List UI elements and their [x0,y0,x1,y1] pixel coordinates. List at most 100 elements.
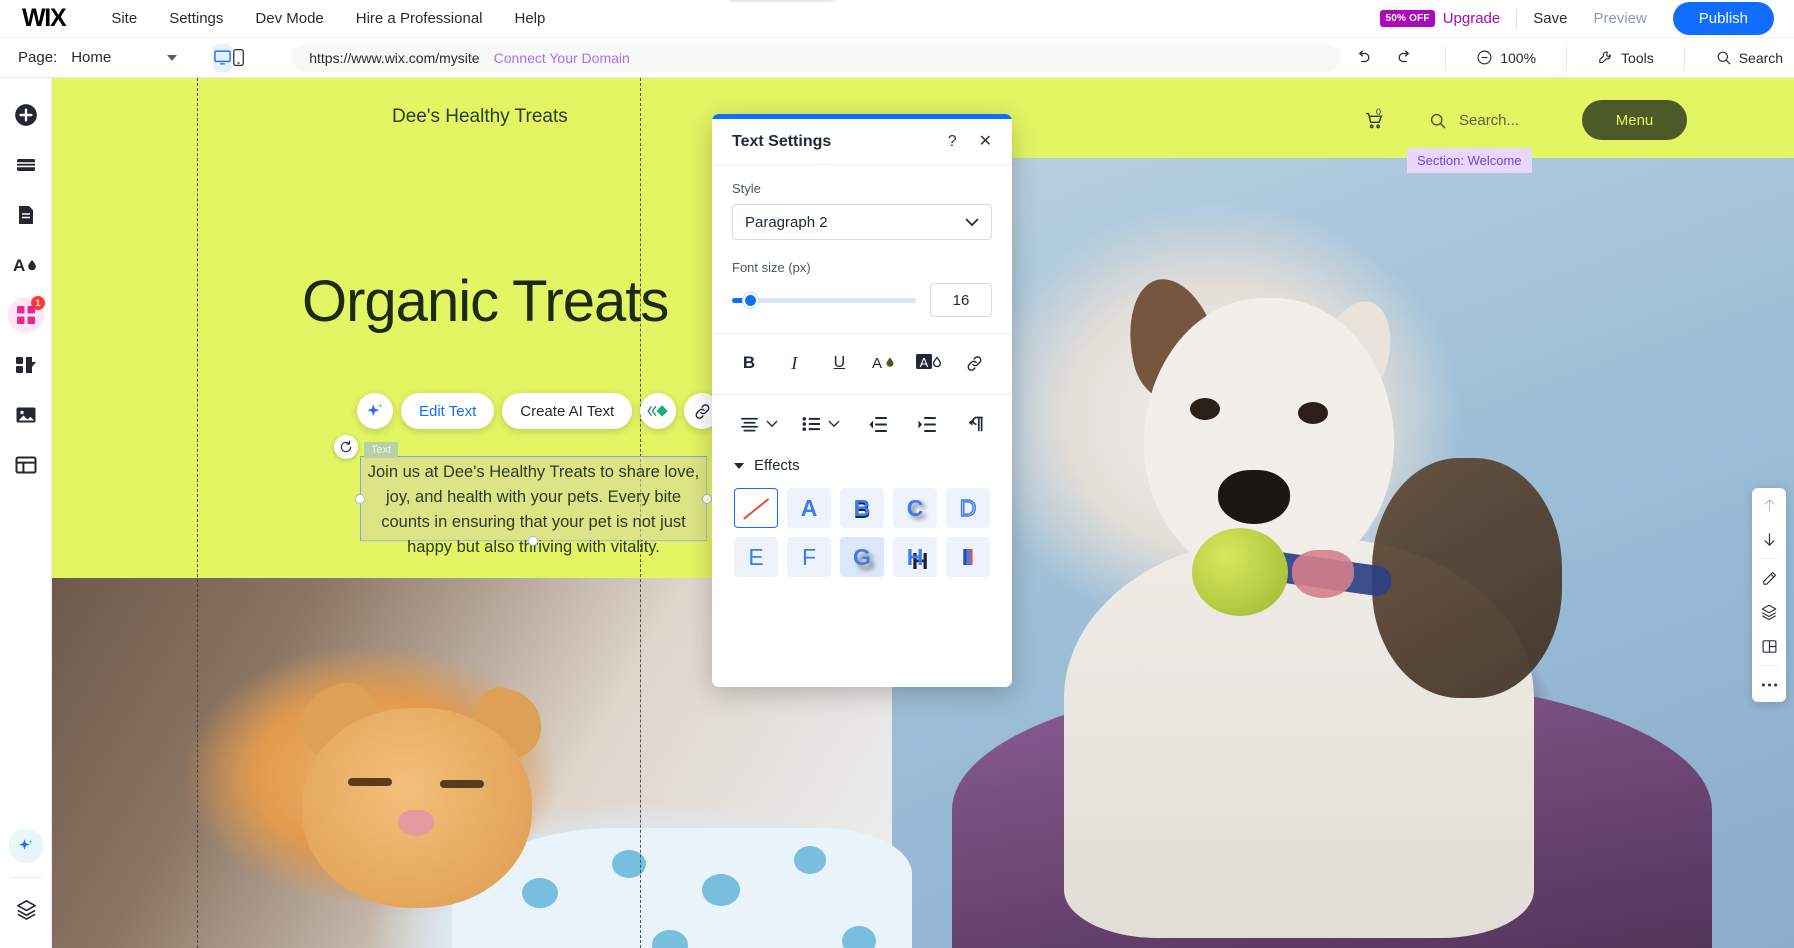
slider-knob[interactable] [743,293,758,308]
connect-domain-link[interactable]: Connect Your Domain [494,50,630,66]
site-search-field[interactable]: Search... [1412,100,1562,140]
more-options-button[interactable] [1752,668,1786,702]
sidebar-item-content-manager[interactable] [0,440,52,490]
layout-button[interactable] [1752,629,1786,663]
effect-e-button[interactable]: E [734,537,778,577]
move-up-button[interactable] [1752,488,1786,522]
promo-badge: 50% OFF [1380,10,1434,27]
menu-item-settings[interactable]: Settings [153,0,239,38]
page-selector-value[interactable]: Home [71,49,111,66]
cat-eye-right-shape [440,780,484,788]
svg-text:A: A [872,355,882,372]
italic-button[interactable]: I [779,348,809,378]
resize-handle-bottom[interactable] [528,536,538,546]
menu-item-hire-a-professional[interactable]: Hire a Professional [340,0,499,38]
text-align-button[interactable] [734,409,764,439]
align-center-icon [740,416,759,432]
sidebar-item-integrations[interactable] [0,340,52,390]
redo-button[interactable] [1384,44,1427,71]
font-size-label: Font size (px) [732,260,992,275]
publish-button[interactable]: Publish [1673,2,1774,35]
zoom-control[interactable]: 100% [1464,45,1548,70]
menu-item-site[interactable]: Site [95,0,153,38]
font-size-input[interactable]: 16 [930,283,992,317]
bold-icon: B [743,353,755,373]
ai-sparkle-icon [365,401,385,421]
effect-f-button[interactable]: F [787,537,831,577]
site-url-bar[interactable]: https://www.wix.com/mysite Connect Your … [291,44,1341,72]
site-title[interactable]: Dee's Healthy Treats [392,106,568,128]
site-menu-button[interactable]: Menu [1582,100,1687,140]
effects-section-header[interactable]: Effects [732,439,992,474]
sidebar-item-media[interactable] [0,390,52,440]
font-size-slider[interactable] [732,298,916,303]
search-icon [1428,111,1447,130]
wix-logo[interactable]: WIX [22,4,65,33]
sidebar-item-page-sections[interactable] [0,190,52,240]
chevron-down-icon[interactable] [167,55,177,61]
bold-button[interactable]: B [734,348,764,378]
menu-item-dev-mode[interactable]: Dev Mode [239,0,339,38]
create-ai-text-button[interactable]: Create AI Text [502,393,632,429]
animation-button[interactable] [640,393,676,429]
list-style-button[interactable] [796,409,826,439]
effect-a-button[interactable]: A [787,488,831,528]
page-label: Page: [18,49,57,66]
effect-i-button[interactable]: I [946,537,990,577]
menu-item-help[interactable]: Help [499,0,562,38]
text-color-button[interactable]: A [870,348,900,378]
divider [1516,9,1517,29]
effect-c-button[interactable]: C [893,488,937,528]
panel-help-icon[interactable]: ? [948,134,957,150]
cart-count: 0 [1376,107,1381,117]
editor-toolbar: Page: Home https://www.wix.com/mysite Co… [0,38,1794,78]
underline-button[interactable]: U [824,348,854,378]
desktop-view-button[interactable] [213,44,232,72]
effect-b-button[interactable]: B [840,488,884,528]
effect-h-button[interactable]: H [893,537,937,577]
sidebar-item-site-pages[interactable] [0,140,52,190]
text-direction-button[interactable] [963,409,990,439]
sidebar-item-add-elements[interactable] [0,90,52,140]
effect-d-button[interactable]: D [946,488,990,528]
text-align-dropdown[interactable] [766,420,778,428]
search-button[interactable]: Search [1703,45,1794,70]
site-design-icon: A [13,253,39,277]
sidebar-item-layers[interactable] [0,884,52,934]
increase-indent-button[interactable] [913,409,940,439]
upgrade-link[interactable]: Upgrade [1443,10,1501,27]
panel-close-icon[interactable]: ✕ [979,134,992,150]
rotate-handle[interactable] [334,435,358,459]
left-sidebar: A 1 [0,78,52,948]
style-label: Style [732,181,992,196]
preview-button[interactable]: Preview [1593,10,1646,27]
sidebar-item-ai-assistant[interactable] [0,821,52,871]
effect-none-button[interactable] [734,488,778,528]
list-style-dropdown[interactable] [828,420,840,428]
hero-dog-image[interactable] [892,158,1794,948]
hero-heading[interactable]: Organic Treats [302,268,668,335]
mobile-icon [232,48,245,67]
link-button[interactable] [960,348,990,378]
move-down-button[interactable] [1752,522,1786,556]
undo-button[interactable] [1341,44,1384,71]
layers-button[interactable] [1752,595,1786,629]
cart-button[interactable]: 0 [1352,98,1396,142]
tools-button[interactable]: Tools [1585,45,1666,70]
edit-button[interactable] [1752,561,1786,595]
ai-sparkle-button[interactable] [357,393,393,429]
text-align-row [732,395,992,439]
edit-text-button[interactable]: Edit Text [401,393,494,429]
resize-handle-right[interactable] [702,494,712,504]
site-pages-icon [14,153,38,177]
decrease-indent-button[interactable] [864,409,891,439]
save-button[interactable]: Save [1533,10,1567,27]
highlight-color-button[interactable]: A [915,348,945,378]
font-size-control: 16 [732,283,992,317]
style-select[interactable]: Paragraph 2 [732,204,992,240]
sidebar-item-apps[interactable]: 1 [0,290,52,340]
sidebar-item-site-design[interactable]: A [0,240,52,290]
mobile-view-button[interactable] [232,44,245,72]
effect-g-button[interactable]: G [840,537,884,577]
resize-handle-left[interactable] [355,494,365,504]
